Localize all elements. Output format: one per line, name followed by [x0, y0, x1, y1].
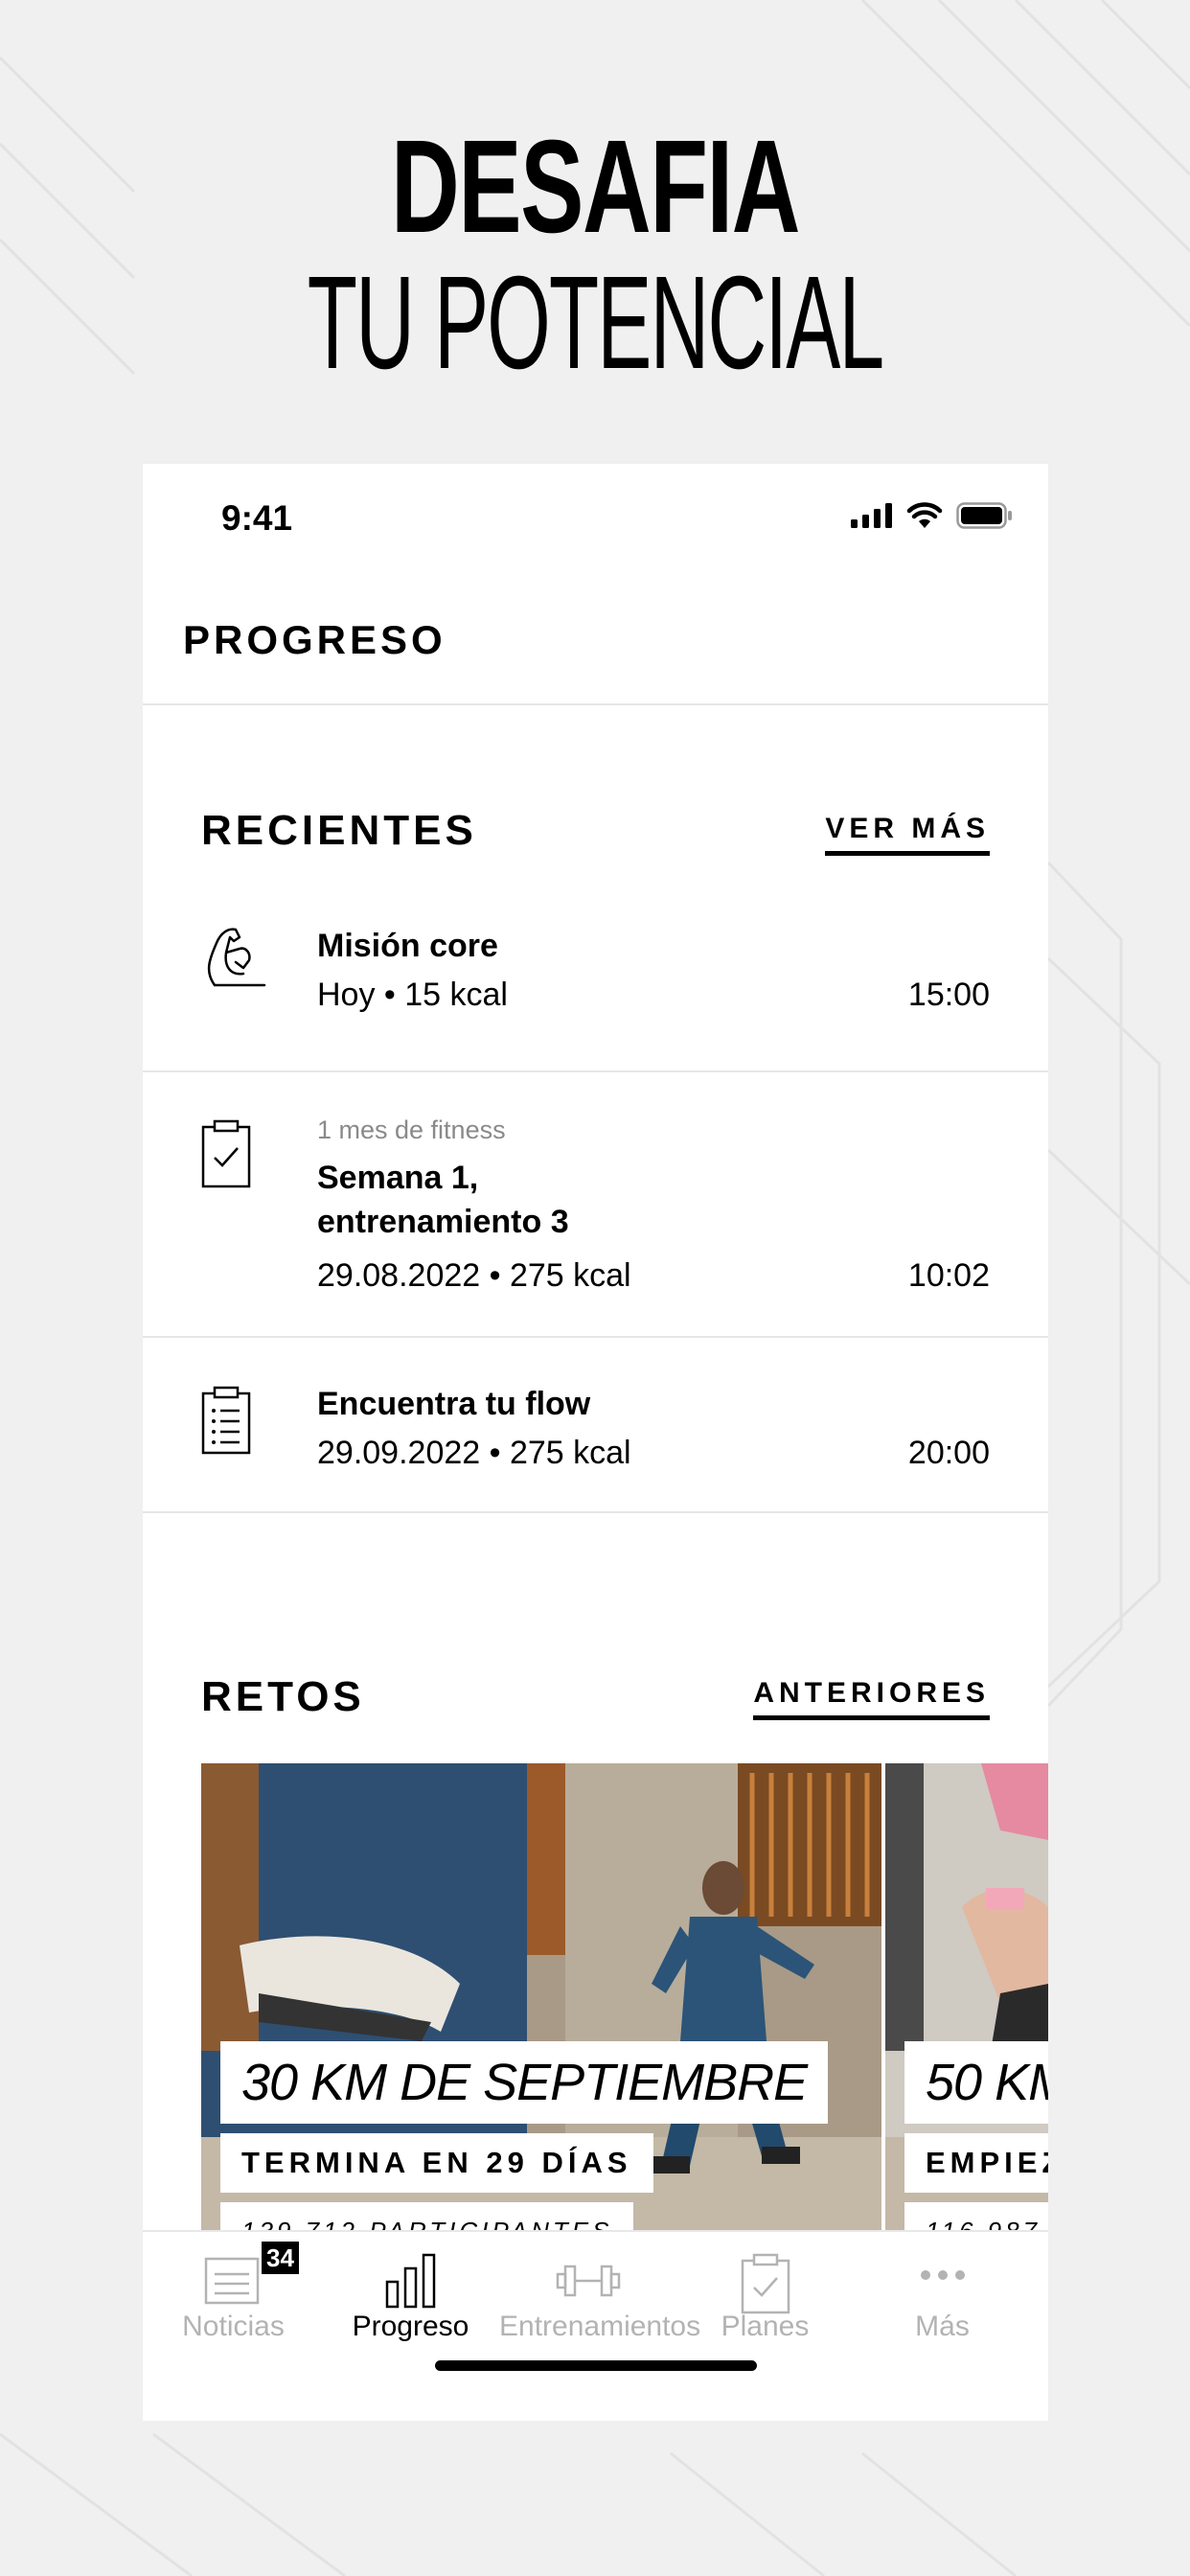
page-title: PROGRESO: [183, 617, 446, 662]
challenge-title: 50 KM: [904, 2041, 1048, 2124]
tab-label: Entrenamientos: [499, 2311, 701, 2342]
activity-divider: [143, 1070, 1048, 1072]
clipboard-list-icon: [201, 1386, 251, 1455]
tab-bar: 34 Noticias Progreso Entrenamientos Plan…: [143, 2230, 1048, 2421]
activity-duration: 20:00: [907, 1435, 990, 1471]
tab-entrenamientos[interactable]: Entrenamientos: [499, 2232, 701, 2347]
tab-label: Planes: [721, 2311, 810, 2342]
challenge-status: TERMINA EN 29 DÍAS: [220, 2133, 653, 2193]
tab-label: Más: [915, 2311, 970, 2342]
wifi-icon: [906, 502, 943, 528]
tab-planes[interactable]: Planes: [676, 2232, 854, 2347]
challenge-status: EMPIEZ: [904, 2133, 1048, 2193]
challenges-section-title: RETOS: [201, 1673, 365, 1720]
header-divider: [143, 703, 1048, 705]
clipboard-check-icon: [201, 1119, 251, 1188]
flexed-arm-icon: [207, 928, 266, 987]
activity-item[interactable]: Misión core Hoy • 15 kcal 15:00: [143, 924, 1048, 1072]
promo-subheadline: TU POTENCIAL: [307, 249, 884, 397]
news-icon: [204, 2257, 259, 2305]
activity-name-line1: Semana 1,: [317, 1160, 479, 1196]
activity-item[interactable]: Encuentra tu flow 29.09.2022 • 275 kcal …: [143, 1382, 1048, 1511]
tab-label: Noticias: [182, 2311, 285, 2342]
tab-progreso[interactable]: Progreso: [322, 2232, 499, 2347]
more-dots-icon: [920, 2270, 965, 2280]
tab-noticias[interactable]: 34 Noticias: [145, 2232, 322, 2347]
activity-duration: 10:02: [907, 1257, 990, 1294]
dumbbell-icon: [556, 2265, 620, 2297]
activity-name-line2: entrenamiento 3: [317, 1204, 569, 1240]
phone-screen: 9:41 PROGRESO RECIENTES VER MÁS Misión c…: [143, 464, 1048, 2421]
activity-name: Encuentra tu flow: [317, 1386, 591, 1422]
tab-label: Progreso: [352, 2311, 469, 2342]
clipboard-check-icon: [741, 2253, 790, 2314]
status-icons: [851, 502, 1014, 529]
notification-badge: 34: [262, 2242, 299, 2274]
activity-name: Misión core: [317, 928, 498, 964]
signal-icon: [851, 503, 892, 528]
challenge-card[interactable]: 50 KM EMPIEZ 116.987 P: [885, 1763, 1048, 2242]
activity-divider: [143, 1336, 1048, 1338]
activity-duration: 15:00: [907, 977, 990, 1013]
activity-item[interactable]: 1 mes de fitness Semana 1, entrenamiento…: [143, 1116, 1048, 1336]
previous-challenges-link[interactable]: ANTERIORES: [753, 1677, 990, 1720]
recent-section-title: RECIENTES: [201, 807, 477, 854]
tab-mas[interactable]: Más: [854, 2232, 1031, 2347]
challenge-card[interactable]: 30 KM DE SEPTIEMBRE TERMINA EN 29 DÍAS 1…: [201, 1763, 881, 2242]
activity-meta: Hoy • 15 kcal: [317, 977, 508, 1013]
activity-meta: 29.08.2022 • 275 kcal: [317, 1257, 631, 1294]
see-more-link[interactable]: VER MÁS: [825, 813, 990, 856]
promo-headline: DESAFIA: [390, 113, 800, 261]
status-time: 9:41: [221, 498, 293, 538]
activity-program: 1 mes de fitness: [317, 1116, 506, 1144]
challenge-title: 30 KM DE SEPTIEMBRE: [220, 2041, 829, 2124]
bar-chart-icon: [385, 2253, 435, 2309]
home-indicator: [435, 2360, 757, 2371]
activity-meta: 29.09.2022 • 275 kcal: [317, 1435, 631, 1471]
activity-divider: [143, 1511, 1048, 1513]
battery-icon: [956, 502, 1012, 529]
